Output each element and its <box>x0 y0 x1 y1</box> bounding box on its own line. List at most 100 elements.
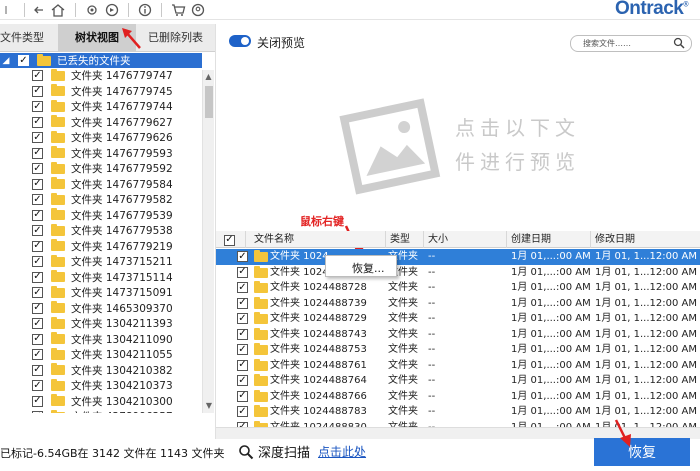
tree-item[interactable]: ✓ 文件夹 1476779627 <box>0 115 202 131</box>
scroll-up-icon[interactable]: ▲ <box>203 70 214 84</box>
tree-item[interactable]: ✓ 文件夹 1476779744 <box>0 99 202 115</box>
col-header-type[interactable]: 类型 <box>386 231 424 248</box>
select-all-checkbox[interactable]: ✓ <box>224 234 235 246</box>
tree-checkbox[interactable]: ✓ <box>32 209 43 221</box>
tree-item[interactable]: ✓ 文件夹 1476779538 <box>0 223 202 239</box>
row-checkbox[interactable]: ✓ <box>237 313 248 324</box>
tree-checkbox[interactable]: ✓ <box>32 163 43 175</box>
row-checkbox[interactable]: ✓ <box>237 359 248 371</box>
tree-item-label: 文件夹 1476779627 <box>71 116 173 129</box>
tree-item[interactable]: ✓ 文件夹 1304210300 <box>0 394 202 410</box>
tree-checkbox[interactable]: ✓ <box>32 101 43 113</box>
tree-item[interactable]: ✓ 文件夹 1473715091 <box>0 285 202 301</box>
row-checkbox[interactable]: ✓ <box>237 282 248 293</box>
tree-item[interactable]: ✓ 文件夹 1473715211 <box>0 254 202 270</box>
tree-item[interactable]: ✓ 文件夹 1465309370 <box>0 301 202 317</box>
row-checkbox[interactable]: ✓ <box>237 375 248 386</box>
scrollbar-thumb[interactable] <box>205 86 213 118</box>
tree-checkbox[interactable]: ✓ <box>18 55 29 66</box>
tree-item[interactable]: ✓ 文件夹 1304210373 <box>0 378 202 394</box>
tree-item[interactable]: ✓ 文件夹 1476779219 <box>0 239 202 255</box>
disk-icon[interactable] <box>102 1 122 19</box>
search-icon[interactable] <box>673 37 685 49</box>
tree-checkbox[interactable]: ✓ <box>32 240 43 252</box>
back-arrow-icon[interactable] <box>31 1 47 19</box>
user-icon[interactable] <box>188 1 208 19</box>
search-input[interactable]: 搜索文件…… <box>570 35 692 52</box>
table-row[interactable]: ✓ 文件夹 1024488753 文件夹 -- 1月 01,...:00 AM 1月 01… <box>216 342 700 358</box>
tree-root-item[interactable]: ◢ ✓ 已丢失的文件夹 <box>0 53 202 68</box>
tree-item[interactable]: ✓ 文件夹 1304210382 <box>0 363 202 379</box>
cart-icon[interactable] <box>168 1 188 19</box>
table-row[interactable]: ✓ 文件夹 1024488729 文件夹 -- 1月 01,...:00 AM 1月 01… <box>216 311 700 327</box>
row-checkbox[interactable]: ✓ <box>237 328 248 340</box>
tree-checkbox[interactable]: ✓ <box>32 318 43 330</box>
info-icon[interactable] <box>135 1 155 19</box>
tree-checkbox[interactable]: ✓ <box>32 395 43 407</box>
tree-scrollbar[interactable]: ▲ ▼ <box>202 70 214 413</box>
table-row[interactable]: ✓ 文件夹 1024488728 文件夹 -- 1月 01,...:00 AM 1月 01… <box>216 280 700 296</box>
tree-checkbox[interactable]: ✓ <box>32 333 43 345</box>
tree-item[interactable]: ✓ 文件夹 1304211393 <box>0 316 202 332</box>
home-icon[interactable] <box>47 1 69 19</box>
tree-item[interactable]: ✓ 文件夹 1473715114 <box>0 270 202 286</box>
cell-created: 1月 01,...:00 AM <box>511 406 591 417</box>
tree-checkbox[interactable]: ✓ <box>32 178 43 190</box>
row-checkbox[interactable]: ✓ <box>237 344 248 355</box>
tree-checkbox[interactable]: ✓ <box>32 411 43 413</box>
row-checkbox[interactable]: ✓ <box>237 406 248 417</box>
tree-item[interactable]: ✓ 文件夹 1476779593 <box>0 146 202 162</box>
col-header-modified[interactable]: 修改日期 <box>591 231 700 248</box>
collapse-triangle-icon[interactable]: ◢ <box>0 56 12 66</box>
tree-item[interactable]: ✓ 文件夹 1476779539 <box>0 208 202 224</box>
tab-deleted-list[interactable]: 已删除列表 <box>136 24 215 52</box>
tree-item[interactable]: ✓ 文件夹 1476779626 <box>0 130 202 146</box>
table-row[interactable]: ✓ 文件夹 1024488739 文件夹 -- 1月 01,...:00 AM 1月 01… <box>216 296 700 312</box>
table-row[interactable]: ✓ 文件夹 1024488743 文件夹 -- 1月 01,...:00 AM 1月 01… <box>216 327 700 343</box>
tree-item[interactable]: ✓ 文件夹 1304211055 <box>0 347 202 363</box>
table-row[interactable]: ✓ 文件夹 1024488766 文件夹 -- 1月 01,...:00 AM 1月 01… <box>216 389 700 405</box>
preview-toggle[interactable] <box>229 35 251 47</box>
tree-item[interactable]: ✓ 文件夹 4278996257 <box>0 409 202 413</box>
row-checkbox[interactable]: ✓ <box>237 266 248 278</box>
tree-item[interactable]: ✓ 文件夹 1476779745 <box>0 84 202 100</box>
tree-checkbox[interactable]: ✓ <box>32 271 43 283</box>
context-menu-recover[interactable]: 恢复... <box>352 260 385 276</box>
col-header-name[interactable]: 文件名称 <box>246 231 386 248</box>
header-select-all[interactable]: ✓ <box>216 231 246 248</box>
tree-checkbox[interactable]: ✓ <box>32 132 43 144</box>
tree-item[interactable]: ✓ 文件夹 1476779747 <box>0 68 202 84</box>
row-checkbox[interactable]: ✓ <box>237 297 248 309</box>
col-header-created[interactable]: 创建日期 <box>507 231 591 248</box>
tab-file-type[interactable]: 文件类型 <box>0 24 58 52</box>
col-header-size[interactable]: 大小 <box>424 231 507 248</box>
gear-icon[interactable] <box>82 1 102 19</box>
table-row[interactable]: ✓ 文件夹 1024 文件夹 -- 1月 01,...:00 AM 1月 01, 1...… <box>216 249 700 265</box>
table-row[interactable]: ✓ 文件夹 1024488761 文件夹 -- 1月 01,...:00 AM 1月 01… <box>216 358 700 374</box>
tree-item[interactable]: ✓ 文件夹 1476779592 <box>0 161 202 177</box>
tree-checkbox[interactable]: ✓ <box>32 256 43 268</box>
tree-checkbox[interactable]: ✓ <box>32 194 43 206</box>
tree-item[interactable]: ✓ 文件夹 1476779582 <box>0 192 202 208</box>
deep-scan-link[interactable]: 点击此处 <box>318 443 366 460</box>
tree-item[interactable]: ✓ 文件夹 1304211090 <box>0 332 202 348</box>
tree-item[interactable]: ✓ 文件夹 1476779584 <box>0 177 202 193</box>
tree-checkbox[interactable]: ✓ <box>32 147 43 159</box>
tree-checkbox[interactable]: ✓ <box>32 364 43 376</box>
scroll-down-icon[interactable]: ▼ <box>203 399 215 413</box>
tree-checkbox[interactable]: ✓ <box>32 225 43 237</box>
tree-checkbox[interactable]: ✓ <box>32 380 43 392</box>
menu-icon[interactable] <box>0 1 18 19</box>
table-row[interactable]: ✓ 文件夹 1024488764 文件夹 -- 1月 01,...:00 AM 1月 01… <box>216 373 700 389</box>
tree-checkbox[interactable]: ✓ <box>32 70 43 82</box>
tree-checkbox[interactable]: ✓ <box>32 287 43 299</box>
tree-checkbox[interactable]: ✓ <box>32 85 43 97</box>
tree-checkbox[interactable]: ✓ <box>32 302 43 314</box>
tree-checkbox[interactable]: ✓ <box>32 116 43 128</box>
row-checkbox[interactable]: ✓ <box>237 390 248 402</box>
cell-type: 文件夹 <box>388 375 418 386</box>
tree-checkbox[interactable]: ✓ <box>32 349 43 361</box>
recover-button[interactable]: 恢复 <box>594 438 690 466</box>
row-checkbox[interactable]: ✓ <box>237 251 248 262</box>
table-row[interactable]: ✓ 文件夹 1024 文件夹 -- 1月 01,...:00 AM 1月 01, 1...… <box>216 265 700 281</box>
